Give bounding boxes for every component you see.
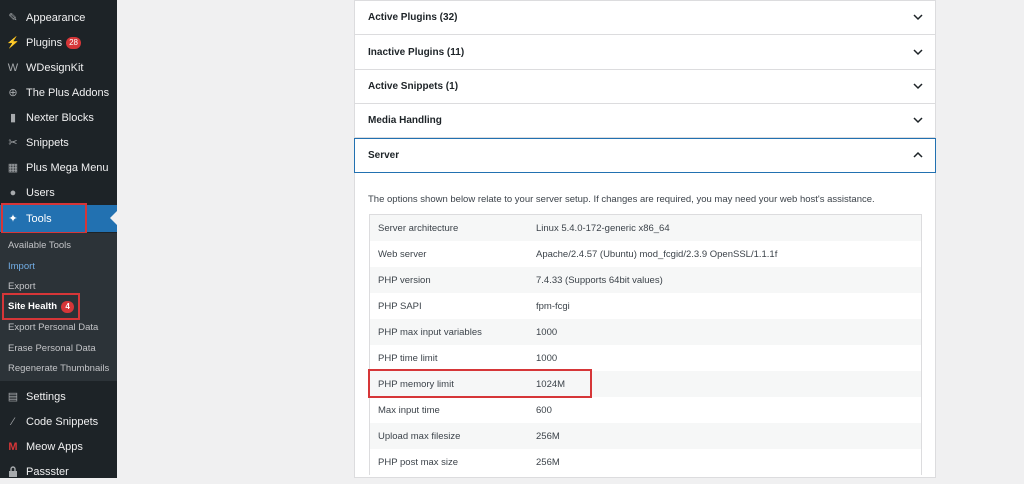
sidebar-item-plugins[interactable]: ⚡ Plugins 28 bbox=[0, 30, 117, 55]
admin-sidebar: ✎ Appearance ⚡ Plugins 28 W WDesignKit ⊕… bbox=[0, 0, 117, 478]
paintbrush-icon: ✎ bbox=[8, 12, 18, 24]
row-value: 7.4.33 (Supports 64bit values) bbox=[536, 274, 663, 286]
row-key: PHP max input variables bbox=[378, 326, 482, 338]
current-menu-arrow bbox=[110, 211, 117, 225]
accordion-label: Active Plugins (32) bbox=[368, 12, 458, 23]
sidebar-item-appearance[interactable]: ✎ Appearance bbox=[0, 5, 117, 30]
table-row: PHP version 7.4.33 (Supports 64bit values… bbox=[370, 267, 921, 293]
row-key: PHP SAPI bbox=[378, 300, 422, 312]
sidebar-item-snippets[interactable]: ✂ Snippets bbox=[0, 130, 117, 155]
sidebar-item-label: Settings bbox=[26, 390, 66, 403]
submenu-export[interactable]: Export bbox=[8, 281, 35, 292]
sidebar-item-label: Users bbox=[26, 186, 55, 199]
accordion-active-snippets[interactable]: Active Snippets (1) bbox=[355, 70, 935, 104]
plus-addons-icon: ⊕ bbox=[8, 87, 18, 99]
table-row: PHP SAPI fpm-fcgi bbox=[370, 293, 921, 319]
meow-icon: M bbox=[8, 440, 18, 453]
sidebar-item-label: Nexter Blocks bbox=[26, 111, 94, 124]
sidebar-item-label: Meow Apps bbox=[26, 440, 83, 453]
chevron-down-icon bbox=[913, 117, 923, 124]
table-row: Web server Apache/2.4.57 (Ubuntu) mod_fcg… bbox=[370, 241, 921, 267]
row-value: 1000 bbox=[536, 326, 558, 338]
sidebar-item-label: Plus Mega Menu bbox=[26, 161, 109, 174]
table-row: Upload max filesize 256M bbox=[370, 423, 921, 449]
code-snippets-icon: ⁄ bbox=[12, 415, 14, 428]
sidebar-item-label: WDesignKit bbox=[26, 61, 84, 74]
sidebar-item-label: The Plus Addons bbox=[26, 86, 110, 99]
submenu-erase-personal-data[interactable]: Erase Personal Data bbox=[8, 343, 96, 354]
submenu-export-personal-data[interactable]: Export Personal Data bbox=[8, 322, 98, 333]
sidebar-item-label: Passster bbox=[26, 465, 69, 478]
row-value: 1000 bbox=[536, 352, 558, 364]
memory-limit-highlight-box bbox=[368, 369, 592, 398]
users-icon: ● bbox=[9, 186, 17, 199]
server-intro-text: The options shown below relate to your s… bbox=[368, 194, 875, 205]
tools-highlight-box bbox=[1, 203, 87, 234]
sidebar-item-label: Code Snippets bbox=[26, 415, 99, 428]
wdesignkit-icon: W bbox=[7, 61, 19, 74]
sidebar-item-users[interactable]: ● Users bbox=[0, 180, 117, 205]
accordion-label: Media Handling bbox=[368, 115, 442, 126]
nexter-icon: ▮ bbox=[9, 112, 17, 124]
sidebar-item-label: Snippets bbox=[26, 136, 69, 149]
site-health-highlight-box bbox=[2, 293, 80, 320]
row-value: 256M bbox=[536, 456, 560, 468]
chevron-down-icon bbox=[913, 83, 923, 90]
sidebar-item-code-snippets[interactable]: ⁄ Code Snippets bbox=[0, 409, 117, 434]
row-value: 600 bbox=[536, 404, 552, 416]
sidebar-item-label: Plugins bbox=[26, 36, 63, 49]
sidebar-item-settings[interactable]: ▤ Settings bbox=[0, 384, 117, 409]
submenu-import[interactable]: Import bbox=[8, 261, 35, 272]
row-value: Apache/2.4.57 (Ubuntu) mod_fcgid/2.3.9 O… bbox=[536, 248, 778, 260]
main-content: Active Plugins (32) Inactive Plugins (11… bbox=[117, 0, 1024, 478]
row-key: PHP post max size bbox=[378, 456, 459, 468]
sidebar-item-label: Appearance bbox=[26, 11, 86, 24]
update-count-badge: 28 bbox=[66, 36, 81, 49]
chevron-down-icon bbox=[913, 14, 923, 21]
accordion-label: Server bbox=[368, 150, 400, 161]
row-key: Max input time bbox=[378, 404, 440, 416]
settings-icon: ▤ bbox=[7, 391, 19, 403]
scissors-icon: ✂ bbox=[8, 137, 18, 149]
plugin-icon: ⚡ bbox=[6, 37, 20, 49]
accordion-inactive-plugins[interactable]: Inactive Plugins (11) bbox=[355, 36, 935, 70]
table-row: PHP post max size 256M bbox=[370, 449, 921, 475]
row-value: 1024M bbox=[536, 378, 566, 390]
row-key: Web server bbox=[378, 248, 427, 260]
chevron-down-icon bbox=[913, 49, 923, 56]
mega-menu-icon: ▦ bbox=[7, 162, 19, 174]
sidebar-item-passster[interactable]: Passster bbox=[0, 459, 117, 484]
table-row: Server architecture Linux 5.4.0-172-gener… bbox=[370, 215, 921, 241]
sidebar-item-the-plus-addons[interactable]: ⊕ The Plus Addons bbox=[0, 80, 117, 105]
row-value: fpm-fcgi bbox=[536, 300, 570, 312]
row-key: Upload max filesize bbox=[378, 430, 461, 442]
chevron-up-icon bbox=[913, 151, 923, 158]
accordion-active-plugins[interactable]: Active Plugins (32) bbox=[355, 1, 935, 35]
sidebar-item-plus-mega-menu[interactable]: ▦ Plus Mega Menu bbox=[0, 155, 117, 180]
accordion-label: Active Snippets (1) bbox=[368, 81, 459, 92]
row-key: PHP time limit bbox=[378, 352, 438, 364]
sidebar-item-nexter-blocks[interactable]: ▮ Nexter Blocks bbox=[0, 105, 117, 130]
accordion-label: Inactive Plugins (11) bbox=[368, 47, 465, 58]
row-value: Linux 5.4.0-172-generic x86_64 bbox=[536, 222, 670, 234]
accordion-media-handling[interactable]: Media Handling bbox=[355, 104, 935, 138]
row-key: PHP version bbox=[378, 274, 431, 286]
sidebar-item-wdesignkit[interactable]: W WDesignKit bbox=[0, 55, 117, 80]
table-row: PHP max input variables 1000 bbox=[370, 319, 921, 345]
lock-icon bbox=[6, 465, 20, 479]
submenu-available-tools[interactable]: Available Tools bbox=[8, 240, 71, 251]
sidebar-item-meow-apps[interactable]: M Meow Apps bbox=[0, 434, 117, 459]
server-info-table: Server architecture Linux 5.4.0-172-gener… bbox=[369, 214, 922, 475]
row-key: Server architecture bbox=[378, 222, 459, 234]
row-value: 256M bbox=[536, 430, 560, 442]
table-row: Max input time 600 bbox=[370, 397, 921, 423]
table-row: PHP time limit 1000 bbox=[370, 345, 921, 371]
site-health-info-panel: Active Plugins (32) Inactive Plugins (11… bbox=[354, 0, 936, 478]
accordion-server[interactable]: Server bbox=[354, 138, 936, 173]
submenu-regenerate-thumbnails[interactable]: Regenerate Thumbnails bbox=[8, 363, 109, 374]
